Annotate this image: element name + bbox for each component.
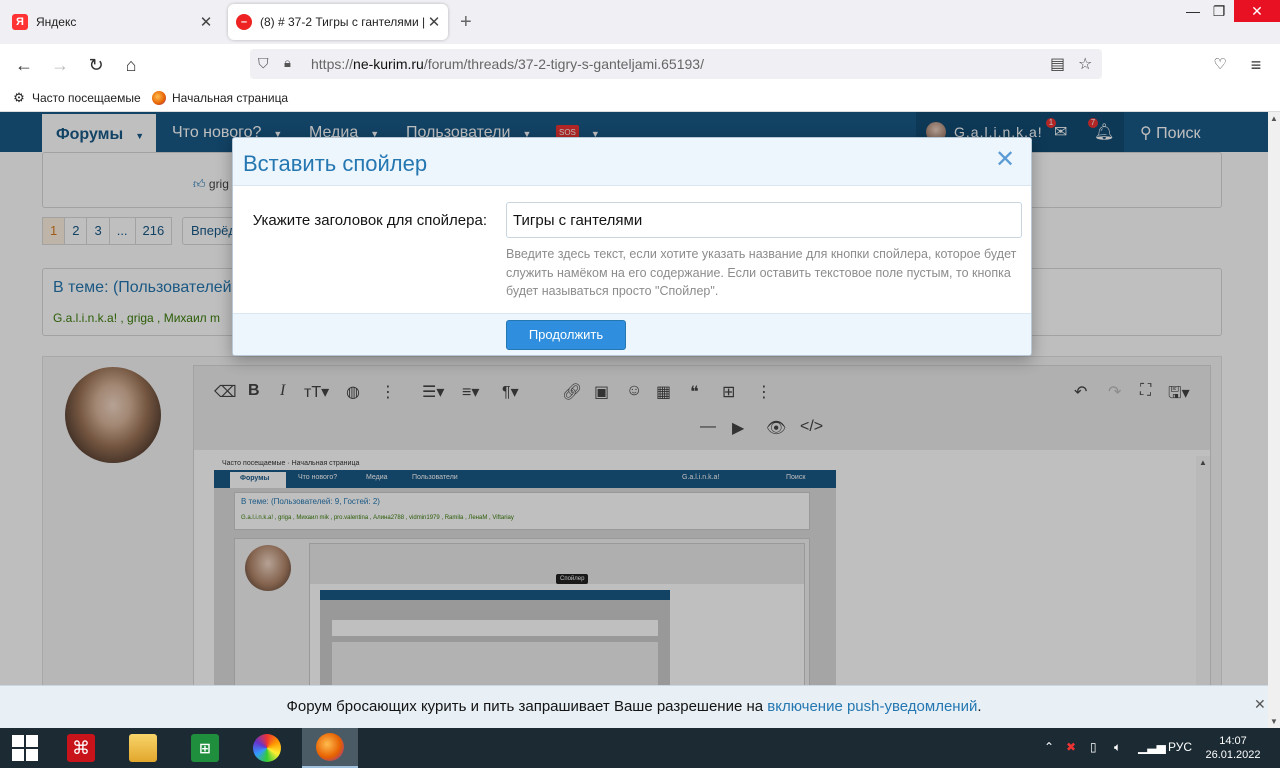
network-warning-icon[interactable]: ✖ — [1066, 740, 1076, 754]
color-wheel-icon — [253, 734, 281, 762]
menu-icon[interactable]: ≡ — [1244, 54, 1268, 76]
bookmark-star-icon[interactable]: ☆ — [1078, 54, 1092, 74]
maximize-icon[interactable]: ❐ — [1202, 0, 1236, 22]
screen: { "browser": { "tabs": [ {"label": "Янде… — [0, 0, 1280, 768]
tracking-shield-icon[interactable]: ⛉ — [258, 55, 269, 72]
url-scheme: https:// — [311, 56, 354, 72]
windows-taskbar: ⌘ ⊞ ⌃ ✖ ▯ 🔈︎ ▁▃▅ РУС 14:07 26.01.2022 — [0, 728, 1280, 768]
push-enable-link[interactable]: включение push-уведомлений — [767, 698, 977, 715]
scroll-down-icon[interactable]: ▼ — [1270, 717, 1278, 726]
battery-icon[interactable]: ▯ — [1090, 740, 1097, 754]
bookmark-most-visited[interactable]: ⚙ Часто посещаемые — [12, 90, 141, 106]
push-notice-text: Форум бросающих курить и пить запрашивае… — [0, 698, 1268, 715]
close-tab-icon[interactable]: ✕ — [198, 13, 214, 31]
forward-icon[interactable]: → — [48, 54, 72, 76]
home-icon[interactable]: ⌂ — [119, 54, 143, 76]
store-icon: ⊞ — [191, 734, 219, 762]
push-end: . — [977, 698, 982, 715]
browser-tab-bar: Я Яндекс ✕ – (8) # 37-2 Тигры с гантелям… — [0, 0, 1280, 44]
language-indicator[interactable]: РУС — [1168, 740, 1192, 754]
volume-icon[interactable]: 🔈︎ — [1114, 740, 1121, 755]
continue-button[interactable]: Продолжить — [506, 320, 626, 350]
taskbar-firefox[interactable] — [302, 728, 358, 768]
firefox-icon — [316, 733, 344, 761]
tab-label: (8) # 37-2 Тигры с гантелями | — [260, 15, 426, 29]
scroll-up-icon[interactable]: ▲ — [1270, 114, 1278, 123]
reload-icon[interactable]: ↻ — [84, 54, 108, 76]
close-tab-icon[interactable]: ✕ — [426, 13, 442, 31]
address-bar[interactable]: ⛉ 🔒︎ https://ne-kurim.ru/forum/threads/3… — [250, 49, 1102, 79]
tab-forum-thread[interactable]: – (8) # 37-2 Тигры с гантелями | ✕ — [228, 4, 448, 40]
spoiler-hint: Введите здесь текст, если хотите указать… — [506, 247, 1017, 298]
taskbar-acrobat[interactable]: ⌘ — [56, 728, 106, 768]
page-scrollbar[interactable]: ▲ ▼ — [1268, 112, 1280, 728]
url-path: /forum/threads/37-2-tigry-s-ganteljami.6… — [423, 56, 704, 72]
lock-icon[interactable]: 🔒︎ — [284, 55, 291, 71]
taskbar-store[interactable]: ⊞ — [180, 728, 230, 768]
clock-date: 26.01.2022 — [1205, 749, 1261, 761]
firefox-icon — [152, 91, 166, 105]
forum-favicon-icon: – — [236, 14, 252, 30]
clock[interactable]: 14:07 26.01.2022 — [1196, 734, 1270, 762]
bookmark-label: Начальная страница — [172, 91, 289, 105]
taskbar-explorer[interactable] — [118, 728, 168, 768]
dialog-footer: Продолжить — [233, 313, 1031, 355]
spoiler-title-label: Укажите заголовок для спойлера: — [252, 212, 487, 229]
tray-expand-icon[interactable]: ⌃ — [1044, 740, 1054, 754]
gear-icon: ⚙ — [13, 90, 25, 105]
url-host: ne-kurim.ru — [353, 56, 424, 72]
push-notice: Форум бросающих курить и пить запрашивае… — [0, 685, 1268, 728]
insert-spoiler-dialog: Вставить спойлер ✕ Укажите заголовок для… — [232, 137, 1032, 356]
tab-yandex[interactable]: Я Яндекс ✕ — [8, 4, 220, 40]
folder-icon — [129, 734, 157, 762]
close-icon[interactable]: ✕ — [995, 148, 1015, 172]
signal-icon[interactable]: ▁▃▅ — [1138, 740, 1166, 754]
tab-label: Яндекс — [36, 15, 77, 29]
pocket-icon[interactable]: ♡ — [1208, 54, 1232, 76]
back-icon[interactable]: ← — [12, 54, 36, 76]
clock-time: 14:07 — [1219, 735, 1247, 747]
new-tab-icon[interactable]: + — [460, 12, 472, 32]
spoiler-title-input[interactable] — [506, 202, 1022, 238]
taskbar-color-app[interactable] — [242, 728, 292, 768]
windows-icon — [12, 735, 38, 761]
dialog-header: Вставить спойлер ✕ — [233, 138, 1031, 186]
yandex-icon: Я — [12, 14, 28, 30]
dialog-title: Вставить спойлер — [243, 151, 428, 176]
bookmarks-bar: ⚙ Часто посещаемые Начальная страница — [0, 86, 1280, 112]
close-icon[interactable]: ✕ — [1254, 696, 1266, 713]
start-button[interactable] — [0, 728, 50, 768]
push-text: Форум бросающих курить и пить запрашивае… — [286, 698, 764, 715]
window-close-icon[interactable]: ✕ — [1234, 0, 1280, 22]
url-text: https://ne-kurim.ru/forum/threads/37-2-t… — [311, 56, 704, 72]
bookmark-label: Часто посещаемые — [32, 91, 141, 105]
bookmark-start-page[interactable]: Начальная страница — [152, 91, 288, 105]
reader-view-icon[interactable]: ▤ — [1050, 54, 1065, 74]
pdf-icon: ⌘ — [67, 734, 95, 762]
